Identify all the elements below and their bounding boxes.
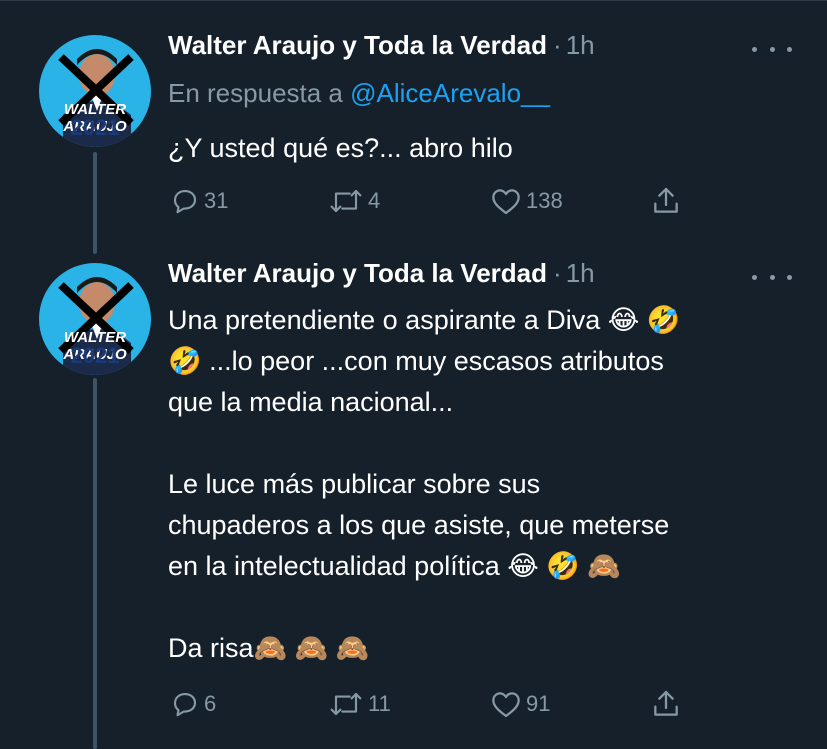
reply-prefix: En respuesta a	[168, 78, 351, 108]
author-name[interactable]: Walter Araujo y Toda la Verdad	[168, 30, 547, 61]
tweet-actions: 6 11 91	[168, 686, 688, 722]
more-icon[interactable]	[752, 43, 792, 55]
thread-connector	[93, 152, 97, 254]
tweet-header: Walter Araujo y Toda la Verdad · 1h	[168, 30, 595, 66]
share-button[interactable]	[650, 686, 682, 722]
author-name[interactable]: Walter Araujo y Toda la Verdad	[168, 258, 547, 289]
tweet-text: Una pretendiente o aspirante a Diva 😂 🤣 …	[168, 305, 681, 663]
top-divider	[0, 0, 827, 1]
reply-icon	[173, 189, 197, 214]
separator-dot: ·	[553, 30, 562, 60]
reply-context: En respuesta a @AliceArevalo__	[168, 78, 550, 109]
like-count: 138	[526, 188, 563, 213]
avatar[interactable]: WALTER ARAUJO 2021	[39, 35, 151, 147]
like-icon	[492, 189, 520, 215]
retweet-icon	[330, 189, 362, 213]
tweet-text: ¿Y usted qué es?... abro hilo	[168, 133, 513, 163]
retweet-icon	[330, 692, 362, 716]
like-button[interactable]: 91	[490, 686, 550, 722]
timestamp[interactable]: 1h	[566, 258, 595, 289]
avatar[interactable]: WALTER ARAUJO 2021	[39, 263, 151, 375]
avatar-year: 2021	[70, 115, 120, 140]
share-icon	[654, 187, 678, 213]
timestamp[interactable]: 1h	[566, 30, 595, 61]
tweet-header: Walter Araujo y Toda la Verdad · 1h	[168, 258, 595, 294]
retweet-count: 11	[368, 691, 391, 716]
retweet-count: 4	[368, 188, 381, 213]
tweet-actions: 31 4 138	[168, 183, 688, 219]
more-icon[interactable]	[752, 271, 792, 283]
share-button[interactable]	[650, 183, 682, 219]
separator-dot: ·	[553, 258, 562, 288]
reply-icon	[173, 692, 197, 717]
avatar-year: 2021	[70, 343, 120, 368]
reply-count: 6	[204, 691, 217, 716]
like-icon	[492, 692, 520, 718]
reply-button[interactable]: 31	[170, 183, 228, 219]
thread-connector	[93, 378, 97, 749]
retweet-button[interactable]: 4	[328, 183, 380, 219]
like-button[interactable]: 138	[490, 183, 563, 219]
reply-button[interactable]: 6	[170, 686, 216, 722]
like-count: 91	[526, 691, 551, 716]
retweet-button[interactable]: 11	[328, 686, 391, 722]
reply-count: 31	[204, 188, 229, 213]
reply-handle-link[interactable]: @AliceArevalo__	[350, 78, 550, 108]
share-icon	[654, 690, 678, 716]
